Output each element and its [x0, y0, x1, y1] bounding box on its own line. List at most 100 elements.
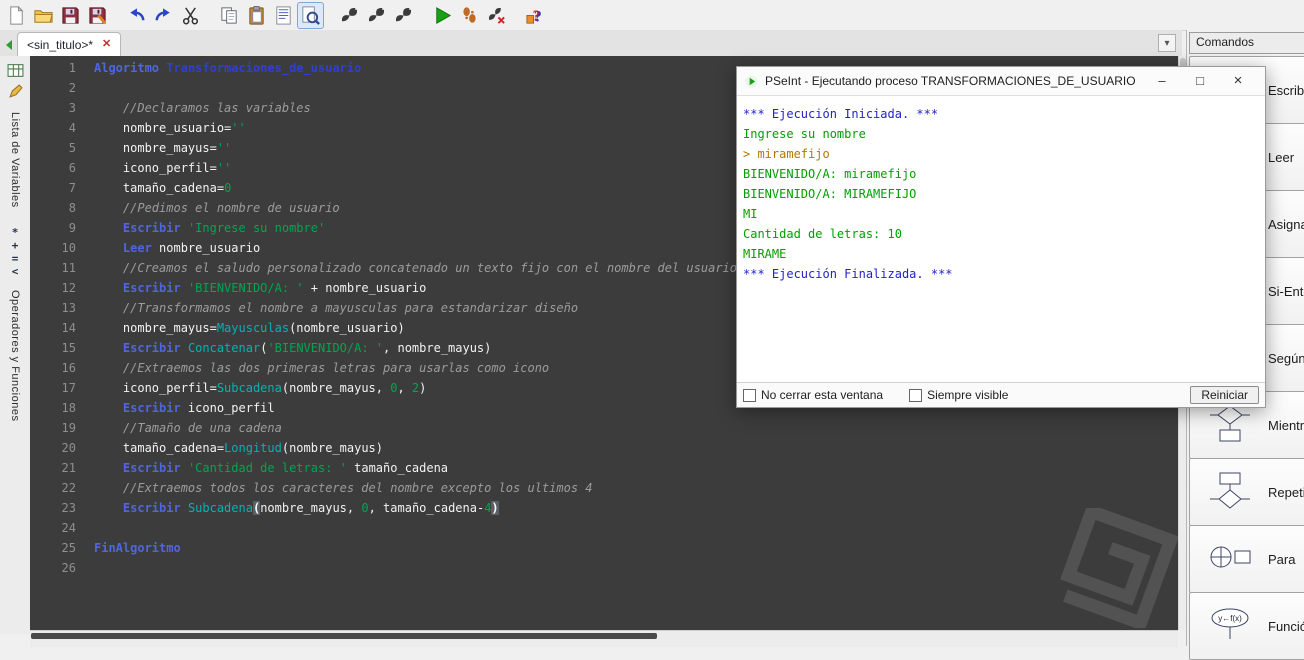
undo-button[interactable]: [123, 2, 150, 29]
help-button[interactable]: ??: [522, 2, 549, 29]
sidebar-tab-operators[interactable]: Operadores y Funciones: [9, 290, 21, 421]
run-icon: [745, 74, 758, 88]
code-text[interactable]: FinAlgoritmo: [76, 538, 181, 558]
code-text[interactable]: //Transformamos el nombre a mayusculas p…: [76, 298, 578, 318]
console-line-out: Ingrese su nombre: [743, 127, 866, 141]
code-text[interactable]: [76, 78, 94, 98]
edit-pencil-icon[interactable]: [7, 83, 24, 100]
code-text[interactable]: Escribir 'Cantidad de letras: ' tamaño_c…: [76, 458, 448, 478]
command-label: Escribir: [1268, 82, 1304, 98]
line-number: 19: [61, 421, 76, 435]
minimize-button[interactable]: –: [1143, 68, 1181, 94]
code-text[interactable]: [76, 558, 94, 578]
maximize-button[interactable]: □: [1181, 68, 1219, 94]
code-text[interactable]: Escribir 'Ingrese su nombre': [76, 218, 325, 238]
flowchart-c-icon: [395, 7, 412, 21]
run-debug-button[interactable]: [483, 2, 510, 29]
horizontal-scrollbar[interactable]: [30, 630, 1178, 647]
code-text[interactable]: Leer nombre_usuario: [76, 238, 260, 258]
tab-list-dropdown[interactable]: ▾: [1158, 34, 1176, 52]
console-line-out: BIENVENIDO/A: MIRAMEFIJO: [743, 187, 917, 201]
redo-button[interactable]: [150, 2, 177, 29]
line-number: 25: [61, 541, 76, 555]
code-text[interactable]: Escribir Subcadena(nombre_mayus, 0, tama…: [76, 498, 499, 518]
run-step-button[interactable]: [456, 2, 483, 29]
line-number: 9: [68, 221, 76, 235]
tab-scroll-icon[interactable]: [3, 39, 15, 51]
code-text[interactable]: nombre_mayus='': [76, 138, 231, 158]
variables-table-icon[interactable]: [7, 62, 24, 79]
flowchart-b-button[interactable]: [363, 2, 390, 29]
close-button[interactable]: ×: [1219, 68, 1257, 94]
code-text[interactable]: //Pedimos el nombre de usuario: [76, 198, 340, 218]
line-number: 8: [68, 201, 76, 215]
new-file-button[interactable]: [3, 2, 30, 29]
horizontal-scroll-thumb[interactable]: [31, 633, 657, 639]
code-text[interactable]: [76, 518, 94, 538]
line-number: 4: [68, 121, 76, 135]
restart-button[interactable]: Reiniciar: [1190, 386, 1259, 404]
tab-close-icon[interactable]: ✕: [102, 39, 111, 50]
search-icon: [302, 5, 320, 25]
line-number: 13: [61, 301, 76, 315]
tab-strip: <sin_titulo>* ✕ ▾: [0, 30, 1182, 57]
execution-window-titlebar[interactable]: PSeInt - Ejecutando proceso TRANSFORMACI…: [737, 67, 1265, 96]
code-text[interactable]: Escribir 'BIENVENIDO/A: ' + nombre_usuar…: [76, 278, 426, 298]
svg-text:y←f(x): y←f(x): [1218, 614, 1242, 623]
code-text[interactable]: nombre_mayus=Mayusculas(nombre_usuario): [76, 318, 405, 338]
flowchart-a-button[interactable]: [336, 2, 363, 29]
line-number: 2: [68, 81, 76, 95]
run-button[interactable]: [429, 2, 456, 29]
flowchart-a-icon: [341, 7, 358, 21]
save-button[interactable]: [57, 2, 84, 29]
code-line: 19 //Tamaño de una cadena: [30, 418, 1178, 438]
command-label: Función: [1268, 618, 1304, 634]
line-number: 14: [61, 321, 76, 335]
command-label: Para: [1268, 551, 1296, 567]
flowchart-c-button[interactable]: [390, 2, 417, 29]
code-text[interactable]: icono_perfil=Subcadena(nombre_mayus, 0, …: [76, 378, 427, 398]
run-debug-icon: [488, 7, 505, 24]
code-text[interactable]: tamaño_cadena=0: [76, 178, 231, 198]
text-columns-button[interactable]: [270, 2, 297, 29]
code-text[interactable]: nombre_usuario='': [76, 118, 246, 138]
command-label: Según: [1268, 350, 1304, 366]
copy-icon: [221, 6, 237, 24]
line-number: 1: [68, 61, 76, 75]
line-number: 26: [61, 561, 76, 575]
code-text[interactable]: //Creamos el saludo personalizado concat…: [76, 258, 737, 278]
command-label: Mientras: [1268, 417, 1304, 433]
code-text[interactable]: Algoritmo Transformaciones_de_usuario: [76, 58, 361, 78]
code-text[interactable]: //Extraemos las dos primeras letras para…: [76, 358, 549, 378]
command-item-for[interactable]: Para: [1189, 525, 1304, 593]
console-output-area[interactable]: *** Ejecución Iniciada. *** Ingrese su no…: [737, 96, 1265, 382]
checkbox-siempre-visible[interactable]: Siempre visible: [909, 388, 1008, 402]
code-text[interactable]: //Tamaño de una cadena: [76, 418, 282, 438]
line-number: 5: [68, 141, 76, 155]
execution-window: PSeInt - Ejecutando proceso TRANSFORMACI…: [736, 66, 1266, 408]
chevron-down-icon: ▾: [1164, 37, 1170, 49]
command-item-function[interactable]: y←f(x) Función: [1189, 592, 1304, 660]
code-text[interactable]: icono_perfil='': [76, 158, 231, 178]
code-text[interactable]: Escribir icono_perfil: [76, 398, 275, 418]
svg-text:?: ?: [534, 8, 542, 25]
checkbox-icon[interactable]: [909, 388, 923, 402]
sidebar-tab-variables[interactable]: Lista de Variables: [9, 112, 21, 208]
code-text[interactable]: //Extraemos todos los caracteres del nom…: [76, 478, 593, 498]
code-text[interactable]: tamaño_cadena=Longitud(nombre_mayus): [76, 438, 383, 458]
cut-button[interactable]: [177, 2, 204, 29]
copy-button[interactable]: [216, 2, 243, 29]
run-step-icon: [463, 6, 476, 23]
code-text[interactable]: Escribir Concatenar('BIENVENIDO/A: ', no…: [76, 338, 491, 358]
code-text[interactable]: //Declaramos las variables: [76, 98, 311, 118]
search-button[interactable]: [297, 1, 324, 29]
checkbox-no-cerrar[interactable]: No cerrar esta ventana: [743, 388, 883, 402]
command-item-repeat[interactable]: Repetir: [1189, 458, 1304, 526]
checkbox-icon[interactable]: [743, 388, 756, 402]
tab-sin-titulo[interactable]: <sin_titulo>* ✕: [17, 32, 122, 56]
run-icon: [436, 6, 452, 24]
open-folder-button[interactable]: [30, 2, 57, 29]
flowchart-b-icon: [368, 7, 385, 21]
save-as-button[interactable]: [84, 2, 111, 29]
paste-button[interactable]: [243, 2, 270, 29]
